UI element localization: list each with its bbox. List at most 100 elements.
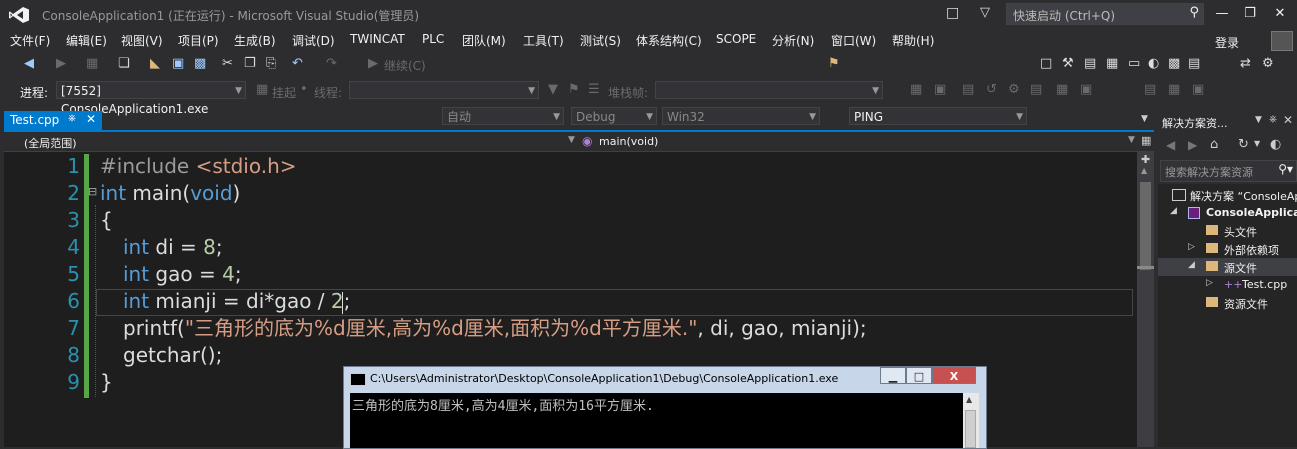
feedback-filter-icon[interactable]: ▽ — [980, 5, 990, 20]
menu-twincat[interactable]: TWINCAT — [350, 32, 405, 46]
configuration-combo[interactable]: Debug ▼ — [571, 107, 657, 125]
console-close-button[interactable]: X — [932, 367, 976, 384]
thread-combo[interactable]: ▼ — [349, 81, 539, 99]
sync-icon[interactable]: ↻ — [1238, 137, 1249, 152]
menu-view[interactable]: 视图(V) — [121, 32, 163, 49]
solution-search-input[interactable]: 搜索解决方案资源 ⚲▾ — [1160, 160, 1297, 182]
process-combo[interactable]: [7552] ConsoleApplication1.exe ▼ — [56, 81, 246, 116]
debug-tool-icon-3[interactable]: ▤ — [962, 82, 974, 97]
tab-test-cpp[interactable]: Test.cpp ⎈ ✕ — [4, 111, 102, 130]
collapsed-arrow-icon[interactable]: ▷ — [1206, 278, 1213, 288]
sync-icon[interactable]: ⇄ — [1240, 56, 1251, 71]
continue-button[interactable]: 继续(C) — [384, 57, 426, 74]
pin-icon[interactable]: ⎈ — [1269, 114, 1277, 125]
collapsed-arrow-icon[interactable]: ▷ — [1188, 242, 1195, 252]
scrollbar-thumb[interactable] — [1140, 182, 1151, 270]
console-scrollbar-thumb[interactable] — [965, 410, 976, 448]
undo-icon[interactable]: ↶ — [292, 56, 303, 71]
tree-item-project[interactable]: ◢ ConsoleApplication1 — [1158, 204, 1297, 222]
notification-icon[interactable]: □ — [946, 5, 959, 21]
scroll-up-icon[interactable]: ▲ — [966, 395, 972, 404]
save-all-icon[interactable]: ▩ — [194, 56, 206, 71]
new-item-icon[interactable]: ❏ — [118, 56, 130, 71]
expanded-arrow-icon[interactable]: ◢ — [1170, 206, 1177, 216]
split-window-icon[interactable]: ▦ — [1141, 134, 1151, 147]
find-combo[interactable]: PING ▼ — [849, 107, 1027, 125]
debug-tool-icon-9[interactable]: ▤ — [1144, 82, 1156, 97]
console-output-area[interactable]: 三角形的底为8厘米,高为4厘米,面积为16平方厘米. — [350, 393, 963, 448]
redo-icon[interactable]: ↷ — [326, 56, 337, 71]
expanded-arrow-icon[interactable]: ◢ — [1188, 260, 1195, 270]
close-button[interactable]: ✕ — [1266, 4, 1294, 24]
output-window-icon[interactable]: ▤ — [1188, 56, 1200, 71]
menu-window[interactable]: 窗口(W) — [831, 32, 876, 49]
tree-item-external-deps[interactable]: ▷ 外部依赖项 — [1158, 240, 1297, 258]
tree-item-resources[interactable]: 资源文件 — [1158, 294, 1297, 312]
member-combo[interactable]: main(void) — [599, 135, 658, 148]
cut-icon[interactable]: ✂ — [222, 56, 233, 71]
debug-tool-icon-4[interactable]: ↺ — [986, 82, 997, 97]
debug-tool-icon-8[interactable]: ▣ — [1080, 82, 1092, 97]
wrench-icon[interactable]: ⚒ — [1062, 56, 1074, 71]
home-icon[interactable]: ⌂ — [1210, 137, 1218, 152]
continue-play-icon[interactable]: ▶ — [368, 56, 378, 71]
menu-file[interactable]: 文件(F) — [10, 32, 50, 49]
navigate-back-icon[interactable]: ◀ — [24, 56, 34, 71]
menu-tools[interactable]: 工具(T) — [523, 32, 564, 49]
save-icon[interactable]: ▣ — [172, 56, 184, 71]
menu-help[interactable]: 帮助(H) — [892, 32, 934, 49]
menu-plc[interactable]: PLC — [422, 32, 444, 46]
login-link[interactable]: 登录 — [1215, 34, 1239, 51]
suspend-button[interactable]: 挂起 — [272, 84, 296, 101]
console-maximize-button[interactable]: □ — [906, 367, 932, 384]
stackframe-combo[interactable]: ▼ — [655, 81, 883, 99]
tree-item-test-cpp[interactable]: ▷ ++ Test.cpp — [1158, 276, 1297, 294]
pin-icon[interactable]: ⎈ — [68, 113, 76, 124]
menu-scope[interactable]: SCOPE — [716, 32, 756, 46]
toolbox-icon[interactable]: ▦ — [1106, 56, 1118, 71]
menu-analyze[interactable]: 分析(N) — [772, 32, 814, 49]
menu-team[interactable]: 团队(M) — [462, 32, 506, 49]
menu-build[interactable]: 生成(B) — [234, 32, 276, 49]
menu-debug[interactable]: 调试(D) — [292, 32, 335, 49]
console-minimize-button[interactable]: ▁ — [880, 367, 906, 384]
open-file-icon[interactable]: ◣ — [150, 56, 160, 71]
tree-item-headers[interactable]: 头文件 — [1158, 222, 1297, 240]
menu-architecture[interactable]: 体系结构(C) — [636, 32, 702, 49]
paste-icon[interactable]: ⎘ — [266, 56, 276, 71]
performance-icon[interactable]: ◐ — [1148, 56, 1159, 71]
tree-item-solution[interactable]: 解决方案 “ConsoleApplication1” — [1158, 186, 1297, 204]
tree-item-sources[interactable]: ◢ 源文件 — [1158, 258, 1297, 276]
minimize-button[interactable]: — — [1208, 4, 1236, 24]
scope-combo[interactable]: (全局范围) — [24, 135, 77, 151]
find-in-files-icon[interactable]: ⚑ — [828, 56, 840, 71]
close-icon[interactable]: ✕ — [1283, 113, 1293, 127]
quick-launch-input[interactable]: 快速启动 (Ctrl+Q) ⚲ — [1006, 3, 1204, 25]
auto-combo[interactable]: 自动 ▼ — [442, 107, 564, 125]
filter-threads-icon[interactable]: ▼ — [548, 82, 558, 97]
forward-icon[interactable]: ▶ — [1188, 138, 1197, 152]
debug-tool-icon-5[interactable]: ⚙ — [1008, 82, 1020, 97]
debug-tool-icon-7[interactable]: ▦ — [1056, 82, 1068, 97]
toolbar-icon-1[interactable]: □ — [1040, 56, 1052, 71]
back-icon[interactable]: ◀ — [1166, 138, 1175, 152]
debug-tool-icon-2[interactable]: ▣ — [934, 82, 946, 97]
console-window[interactable]: C:\Users\Administrator\Desktop\ConsoleAp… — [343, 366, 987, 449]
suspend-icon[interactable]: ▦ — [256, 82, 268, 97]
restore-button[interactable]: ❐ — [1236, 4, 1264, 24]
chevron-down-icon[interactable]: ▼ — [1141, 114, 1148, 124]
flag-thread-icon[interactable]: ⚑ — [568, 82, 580, 97]
chevron-down-icon[interactable]: ▼ — [1254, 139, 1260, 148]
split-plus-icon[interactable]: ✚ — [1141, 153, 1150, 166]
debug-tool-icon-1[interactable]: ▦ — [910, 82, 922, 97]
settings-icon[interactable]: ⚙ — [1262, 56, 1274, 71]
collapse-icon[interactable]: ⊟ — [88, 185, 97, 198]
solution-explorer-icon[interactable]: ▩ — [1168, 56, 1180, 71]
debug-tool-icon-6[interactable]: ▤ — [1030, 82, 1042, 97]
close-icon[interactable]: ✕ — [86, 112, 96, 126]
chevron-down-icon[interactable]: ▼ — [568, 135, 575, 145]
pending-changes-icon[interactable]: ◐ — [1270, 137, 1281, 152]
debug-tool-icon-11[interactable]: ▣ — [1192, 82, 1204, 97]
platform-combo[interactable]: Win32 ▼ — [662, 107, 820, 125]
console-scrollbar[interactable]: ▲ — [963, 393, 979, 448]
